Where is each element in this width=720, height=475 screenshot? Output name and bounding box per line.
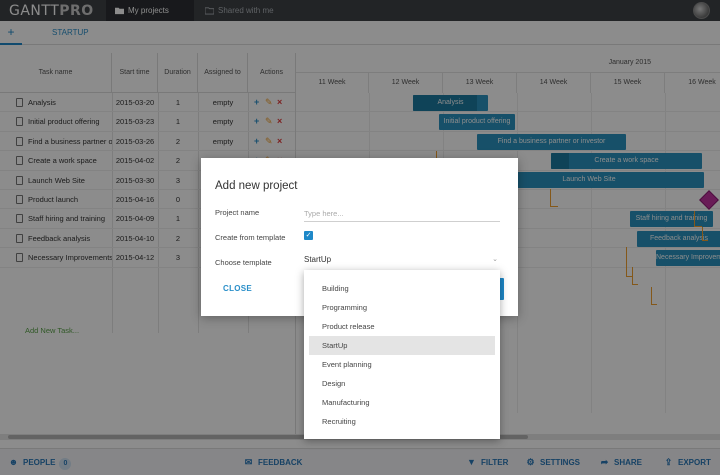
template-option[interactable]: Event planning: [309, 355, 495, 374]
template-option[interactable]: Programming: [309, 298, 495, 317]
template-option[interactable]: Product release: [309, 317, 495, 336]
project-name-input[interactable]: [304, 206, 500, 222]
selected-template-value: StartUp: [304, 255, 332, 264]
template-option[interactable]: Recruiting: [309, 412, 495, 431]
dialog-title: Add new project: [215, 180, 298, 192]
choose-template-label: Choose template: [215, 258, 272, 267]
template-option[interactable]: Design: [309, 374, 495, 393]
project-name-label: Project name: [215, 208, 260, 217]
template-checkbox-label: Create from template: [215, 233, 286, 242]
chevron-down-icon: ⌄: [492, 256, 498, 263]
template-option[interactable]: Manufacturing: [309, 393, 495, 412]
close-button[interactable]: CLOSE: [223, 284, 252, 293]
template-option[interactable]: Building: [309, 279, 495, 298]
template-dropdown: Building Programming Product release StartU…: [304, 270, 500, 439]
template-option[interactable]: StartUp: [309, 336, 495, 355]
template-checkbox[interactable]: ✓: [304, 231, 313, 240]
